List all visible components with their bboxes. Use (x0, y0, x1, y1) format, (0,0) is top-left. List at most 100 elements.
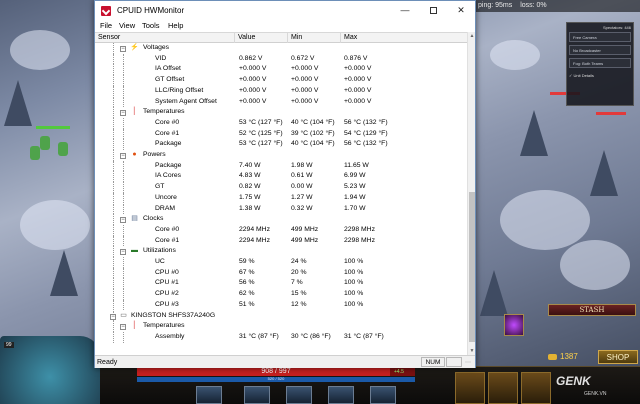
sensor-row[interactable]: IA Cores 4.83 W 0.61 W 6.99 W (95, 171, 467, 183)
collapse-toggle-icon[interactable]: − (120, 110, 126, 117)
sensor-min: 24 % (291, 258, 307, 265)
sensor-value: 7.40 W (239, 161, 261, 169)
tree-line (113, 192, 114, 204)
resize-grip-icon[interactable]: ⋯ (465, 359, 473, 367)
minimize-button[interactable]: — (391, 1, 419, 20)
sensor-row[interactable]: UC 59 % 24 % 100 % (95, 257, 467, 268)
sensor-row[interactable]: DRAM 1.38 W 0.32 W 1.70 W (95, 203, 467, 215)
sensor-row[interactable]: Assembly 31 °C (87 °F) 30 °C (86 °F) 31 °C … (95, 331, 467, 343)
category-row[interactable]: − ▤ Clocks (95, 214, 467, 225)
sensor-min: 499 MHz (291, 225, 319, 233)
device-row[interactable]: − ▭ KINGSTON SHFS37A240G (95, 310, 467, 322)
category-row[interactable]: − ⚡ Voltages (95, 43, 467, 54)
ability-slot-3[interactable] (286, 386, 312, 404)
sensor-row[interactable]: Core #1 52 °C (125 °F) 39 °C (102 °F) 54 °C… (95, 128, 467, 140)
column-min[interactable]: Min (288, 33, 341, 43)
gold-amount: 1387 (560, 352, 578, 361)
menu-file[interactable]: File (100, 20, 112, 32)
spectator-unit-details-checkbox[interactable]: ✓ Unit Details (569, 73, 631, 78)
column-value[interactable]: Value (235, 33, 288, 43)
column-sensor[interactable]: Sensor (95, 33, 235, 43)
spectator-option-broadcaster[interactable]: No Broadcaster (569, 45, 631, 55)
scroll-up-arrow-icon[interactable]: ▲ (468, 32, 476, 40)
sensor-row[interactable]: System Agent Offset +0.000 V +0.000 V +0.00… (95, 96, 467, 108)
sensor-row[interactable]: Core #0 2294 MHz 499 MHz 2298 MHz (95, 224, 467, 236)
thermometer-icon: │ (132, 322, 137, 330)
sensor-max: 56 °C (132 °F) (344, 140, 388, 148)
sensor-label: Temperatures (143, 108, 185, 116)
sensor-value: +0.000 V (239, 65, 267, 73)
sensor-min: 39 °C (102 °F) (291, 129, 335, 137)
tree-line (113, 139, 114, 150)
collapse-toggle-icon[interactable]: − (110, 313, 116, 320)
sensor-row[interactable]: LLC/Ring Offset +0.000 V +0.000 V +0.000 V (95, 85, 467, 97)
tree-line (113, 64, 114, 76)
menu-help[interactable]: Help (168, 20, 183, 32)
sensor-row[interactable]: VID 0.862 V 0.672 V 0.876 V (95, 53, 467, 65)
shop-button[interactable]: SHOP (598, 350, 638, 364)
sensor-label: Core #1 (155, 129, 180, 137)
collapse-toggle-icon[interactable]: − (120, 153, 126, 159)
title-bar[interactable]: CPUID HWMonitor — ✕ (95, 1, 475, 20)
sensor-row[interactable]: CPU #1 56 % 7 % 100 % (95, 278, 467, 290)
power-icon: ● (132, 151, 137, 158)
inventory-slot-1[interactable] (455, 372, 485, 404)
sensor-row[interactable]: Package 7.40 W 1.98 W 11.65 W (95, 160, 467, 172)
sensor-label: LLC/Ring Offset (155, 86, 204, 94)
sensor-min: 20 % (291, 268, 307, 276)
sensor-min: 0.32 W (291, 204, 313, 212)
sensor-row[interactable]: Core #0 53 °C (127 °F) 40 °C (104 °F) 56 °C… (95, 117, 467, 129)
stash-button[interactable]: STASH (548, 304, 636, 316)
hero-portrait[interactable] (0, 336, 100, 404)
ability-slot-4[interactable] (328, 386, 354, 404)
column-max[interactable]: Max (341, 33, 467, 43)
ping-text: ping: 95ms (478, 2, 513, 9)
inventory-slot-2[interactable] (488, 372, 518, 404)
sensor-max: 31 °C (87 °F) (344, 332, 384, 340)
menu-tools[interactable]: Tools (142, 20, 160, 32)
sensor-value: 59 % (239, 258, 255, 265)
vertical-scrollbar[interactable]: ▲ ▼ (467, 32, 475, 355)
sensor-row[interactable]: Core #1 2294 MHz 499 MHz 2298 MHz (95, 235, 467, 247)
collapse-toggle-icon[interactable]: − (120, 217, 126, 224)
category-row[interactable]: − │ Temperatures (95, 107, 467, 118)
scrollbar-thumb[interactable] (469, 192, 475, 342)
sensor-min: 0.61 W (291, 172, 313, 180)
ability-slot-5[interactable] (370, 386, 396, 404)
category-row[interactable]: − │ Temperatures (95, 321, 467, 332)
collapse-toggle-icon[interactable]: − (120, 249, 126, 256)
courier-icon[interactable] (504, 314, 524, 336)
spectator-option-camera[interactable]: Free Camera (569, 32, 631, 42)
collapse-toggle-icon[interactable]: − (120, 324, 126, 331)
sensor-row[interactable]: GT 0.82 W 0.00 W 5.23 W (95, 182, 467, 193)
close-button[interactable]: ✕ (447, 1, 475, 20)
ability-slot-1[interactable] (196, 386, 222, 404)
sensor-max: 2298 MHz (344, 236, 375, 244)
sensor-row[interactable]: Uncore 1.75 W 1.27 W 1.94 W (95, 192, 467, 204)
menu-view[interactable]: View (119, 20, 135, 32)
sensor-row[interactable]: CPU #2 62 % 15 % 100 % (95, 289, 467, 300)
sensor-row[interactable]: GT Offset +0.000 V +0.000 V +0.000 V (95, 75, 467, 86)
tree-line (113, 278, 114, 290)
tree-line (123, 139, 124, 150)
maximize-button[interactable] (419, 1, 447, 20)
window-title: CPUID HWMonitor (117, 6, 185, 15)
sensor-row[interactable]: CPU #0 67 % 20 % 100 % (95, 267, 467, 279)
column-header: Sensor Value Min Max (95, 32, 467, 43)
ability-slot-2[interactable] (244, 386, 270, 404)
sensor-row[interactable]: IA Offset +0.000 V +0.000 V +0.000 V (95, 64, 467, 76)
spectator-option-fog[interactable]: Fog: Both Teams (569, 58, 631, 68)
sensor-label: Voltages (143, 44, 170, 51)
category-row[interactable]: − ▬ Utilizations (95, 246, 467, 257)
category-row[interactable]: − ● Powers (95, 150, 467, 161)
tree-line (113, 107, 114, 118)
sensor-row[interactable]: CPU #3 51 % 12 % 100 % (95, 299, 467, 311)
scroll-down-arrow-icon[interactable]: ▼ (468, 347, 476, 355)
tree-line (113, 53, 114, 65)
sensor-max: +0.000 V (344, 86, 372, 94)
collapse-toggle-icon[interactable]: − (120, 46, 126, 52)
sensor-min: 1.98 W (291, 161, 313, 169)
sensor-row[interactable]: Package 53 °C (127 °F) 40 °C (104 °F) 56 °C… (95, 139, 467, 150)
inventory-slot-3[interactable] (521, 372, 551, 404)
tree-line (123, 96, 124, 108)
